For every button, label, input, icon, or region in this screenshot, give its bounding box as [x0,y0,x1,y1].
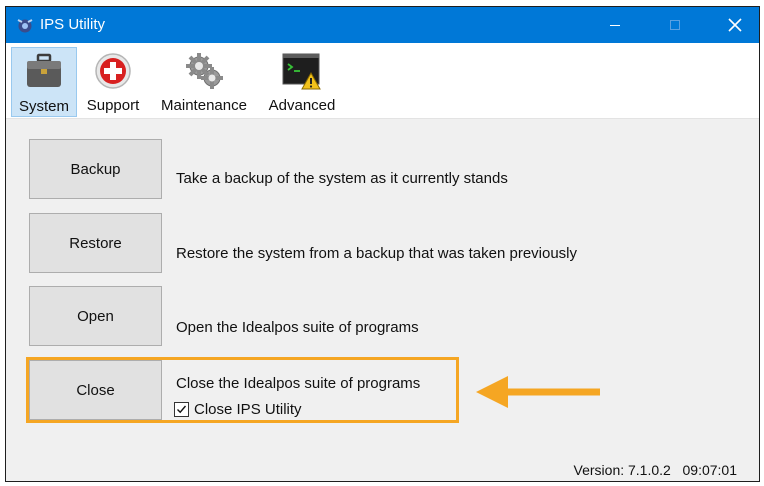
gears-icon [186,53,223,89]
tab-support-label: Support [86,97,140,114]
terminal-warning-icon [282,53,321,90]
close-icon [728,18,742,32]
window-title: IPS Utility [40,16,106,33]
restore-button[interactable]: Restore [29,213,162,273]
tab-system-label: System [18,98,69,115]
tab-system[interactable]: System [11,47,77,117]
version-label: Version: 7.1.0.2 [573,462,671,478]
close-window-button[interactable] [712,7,758,43]
app-icon [17,19,33,33]
tab-advanced[interactable]: Advanced [262,47,342,117]
tab-maintenance-label: Maintenance [161,97,247,114]
title-bar[interactable]: IPS Utility [6,7,759,43]
status-bar: Version: 7.1.0.2 09:07:01 [6,449,759,481]
clock-time: 09:07:01 [682,462,738,478]
backup-button[interactable]: Backup [29,139,162,199]
minimize-icon [610,25,620,26]
close-highlight-box [26,357,459,423]
maximize-icon [670,20,680,30]
tab-advanced-label: Advanced [268,97,336,114]
maximize-button[interactable] [652,7,698,43]
red-cross-icon [95,53,131,89]
toolbar: System Support Maintenance Advanced [6,43,759,119]
open-description: Open the Idealpos suite of programs [176,319,419,336]
system-panel: Backup Take a backup of the system as it… [6,119,759,449]
open-button[interactable]: Open [29,286,162,346]
backup-description: Take a backup of the system as it curren… [176,170,508,187]
ips-utility-window: IPS Utility System Support Maintenance A… [5,6,760,482]
version-status: Version: 7.1.0.2 09:07:01 [574,462,737,478]
tab-maintenance[interactable]: Maintenance [154,47,254,117]
minimize-button[interactable] [592,7,638,43]
restore-description: Restore the system from a backup that wa… [176,245,578,262]
pointer-arrow-icon [476,376,600,408]
briefcase-icon [27,53,61,87]
tab-support[interactable]: Support [80,47,146,117]
